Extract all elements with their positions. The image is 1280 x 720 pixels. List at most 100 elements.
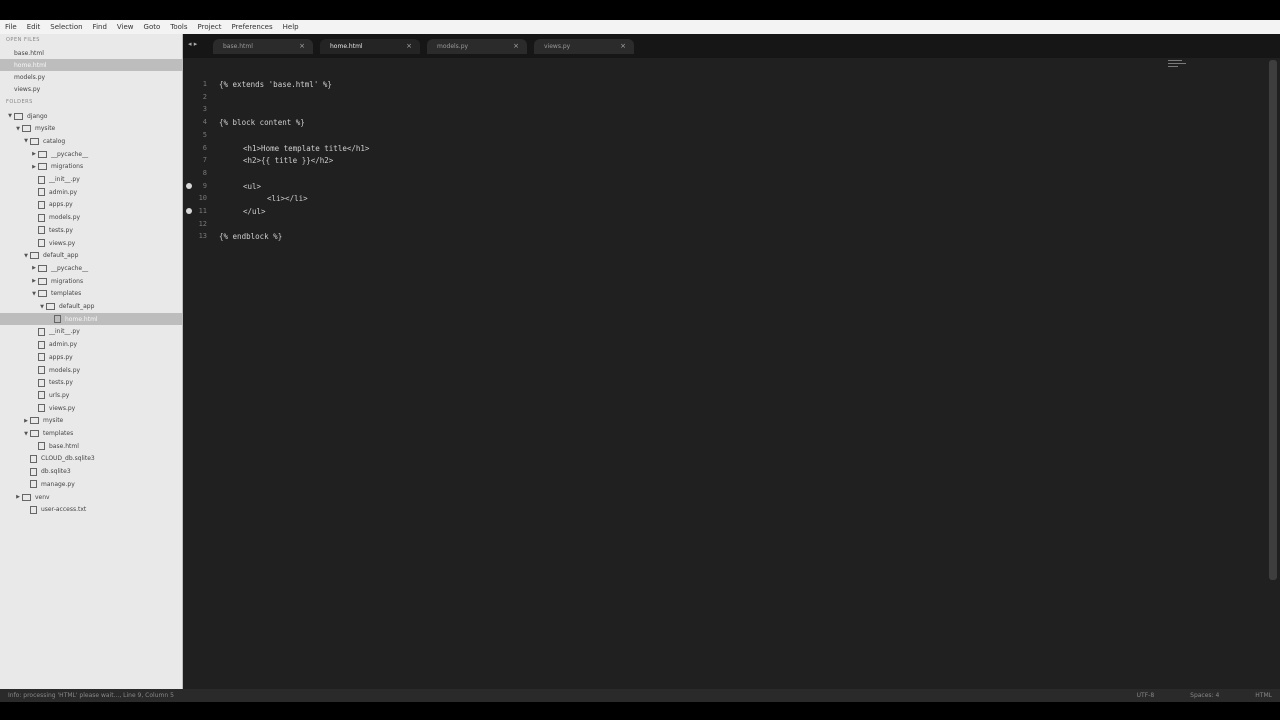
folder-item[interactable]: ▼ templates — [0, 288, 182, 300]
file-item[interactable]: tests.py — [0, 377, 182, 389]
chevron-down-icon[interactable]: ▼ — [38, 304, 46, 310]
tab-home-html[interactable]: home.html × — [320, 39, 420, 54]
tree-item-label: admin.py — [49, 341, 78, 349]
close-icon[interactable]: × — [513, 42, 519, 50]
folder-item[interactable]: ▼ catalog — [0, 135, 182, 147]
line-number: 4 — [202, 118, 207, 127]
chevron-down-icon[interactable]: ▼ — [22, 253, 30, 259]
chevron-right-icon[interactable]: ▶ — [30, 265, 38, 271]
folder-item[interactable]: ▼ django — [0, 110, 182, 122]
file-item[interactable]: admin.py — [0, 339, 182, 351]
file-item[interactable]: manage.py — [0, 478, 182, 490]
file-item[interactable]: admin.py — [0, 186, 182, 198]
close-icon[interactable]: × — [299, 42, 305, 50]
file-item[interactable]: __init__.py — [0, 174, 182, 186]
chevron-right-icon[interactable]: ▶ — [30, 164, 38, 170]
syntax-indicator[interactable]: HTML — [1255, 692, 1272, 699]
encoding-indicator[interactable]: UTF-8 — [1137, 692, 1155, 699]
menu-item[interactable]: Tools — [165, 23, 192, 31]
tree-item-label: mysite — [35, 125, 56, 133]
code-line: <h2>{{ title }}</h2> — [243, 156, 334, 166]
editor-window: File Edit Selection Find View Goto Tools Projec… — [0, 20, 1280, 702]
open-file-label: base.html — [14, 49, 44, 57]
folder-item[interactable]: ▶ migrations — [0, 275, 182, 287]
chevron-down-icon[interactable]: ▼ — [14, 126, 22, 132]
file-icon — [30, 454, 37, 463]
open-file-item[interactable]: models.py — [0, 71, 182, 83]
file-item[interactable]: views.py — [0, 237, 182, 249]
code-editor[interactable]: 1 {% extends 'base.html' %} 2 3 4 {% block co… — [183, 58, 1268, 689]
folder-item[interactable]: ▶ mysite — [0, 415, 182, 427]
indentation-indicator[interactable]: Spaces: 4 — [1190, 692, 1219, 699]
folder-item[interactable]: ▶ __pycache__ — [0, 148, 182, 160]
folder-item[interactable]: ▼ templates — [0, 428, 182, 440]
chevron-down-icon[interactable]: ▼ — [22, 431, 30, 437]
menu-item[interactable]: Selection — [45, 23, 87, 31]
folder-item[interactable]: ▼ default_app — [0, 301, 182, 313]
menu-item[interactable]: Preferences — [226, 23, 277, 31]
file-item[interactable]: models.py — [0, 212, 182, 224]
open-file-item[interactable]: views.py — [0, 83, 182, 95]
file-item[interactable]: __init__.py — [0, 326, 182, 338]
folder-icon — [30, 252, 39, 260]
chevron-right-icon[interactable]: ▶ — [14, 494, 22, 500]
bookmark-icon[interactable] — [186, 182, 192, 189]
file-item[interactable]: apps.py — [0, 351, 182, 363]
folder-item[interactable]: ▼ default_app — [0, 250, 182, 262]
open-file-item[interactable]: base.html — [0, 47, 182, 59]
close-icon[interactable]: × — [406, 42, 412, 50]
file-item[interactable]: home.html — [0, 313, 182, 326]
tree-item-label: db.sqlite3 — [41, 468, 71, 476]
file-item[interactable]: tests.py — [0, 224, 182, 236]
menu-item[interactable]: Project — [193, 23, 227, 31]
code-line: <h1>Home template title</h1> — [243, 143, 370, 153]
file-item[interactable]: user-access.txt — [0, 504, 182, 516]
tab-models-py[interactable]: models.py × — [427, 39, 527, 54]
menu-item[interactable]: Find — [88, 23, 112, 31]
line-number: 5 — [202, 130, 207, 139]
chevron-right-icon[interactable]: ▶ — [30, 151, 38, 157]
code-line: {% block content %} — [219, 118, 305, 128]
file-item[interactable]: apps.py — [0, 199, 182, 211]
folder-item[interactable]: ▼ mysite — [0, 123, 182, 135]
vertical-scrollbar[interactable] — [1269, 60, 1277, 580]
folder-item[interactable]: ▶ __pycache__ — [0, 262, 182, 274]
file-item[interactable]: urls.py — [0, 389, 182, 401]
tree-item-label: __pycache__ — [51, 150, 89, 158]
folder-icon — [38, 264, 47, 272]
folder-item[interactable]: ▶ migrations — [0, 161, 182, 173]
tree-item-label: mysite — [43, 417, 64, 425]
file-icon — [38, 442, 45, 451]
close-icon[interactable]: × — [620, 42, 626, 50]
open-file-item[interactable]: home.html — [0, 59, 182, 71]
tab-views-py[interactable]: views.py × — [534, 39, 634, 54]
file-item[interactable]: base.html — [0, 440, 182, 452]
tree-item-label: models.py — [49, 214, 81, 222]
file-icon — [38, 404, 45, 413]
file-item[interactable]: CLOUD_db.sqlite3 — [0, 453, 182, 465]
menu-item[interactable]: Help — [278, 23, 304, 31]
tree-item-label: base.html — [49, 442, 79, 450]
minimap[interactable] — [1168, 60, 1190, 74]
chevron-down-icon[interactable]: ▼ — [6, 113, 14, 119]
tab-base-html[interactable]: base.html × — [213, 39, 313, 54]
file-item[interactable]: db.sqlite3 — [0, 466, 182, 478]
chevron-down-icon[interactable]: ▼ — [22, 138, 30, 144]
tree-item-label: user-access.txt — [41, 506, 87, 514]
code-line: </ul> — [243, 207, 266, 216]
menu-item[interactable]: Goto — [139, 23, 166, 31]
bookmark-icon[interactable] — [186, 208, 192, 214]
tab-nav-arrows-icon[interactable]: ◂ ▸ — [188, 40, 197, 48]
chevron-right-icon[interactable]: ▶ — [22, 418, 30, 424]
menu-item[interactable]: File — [0, 23, 22, 31]
folder-icon — [22, 125, 31, 133]
file-item[interactable]: views.py — [0, 402, 182, 414]
menu-item[interactable]: Edit — [22, 23, 46, 31]
folder-item[interactable]: ▶ venv — [0, 491, 182, 503]
file-item[interactable]: models.py — [0, 364, 182, 376]
chevron-down-icon[interactable]: ▼ — [30, 291, 38, 297]
line-number: 2 — [202, 92, 207, 101]
sidebar: OPEN FILES base.html home.html models.py vi… — [0, 34, 183, 689]
menu-item[interactable]: View — [112, 23, 139, 31]
chevron-right-icon[interactable]: ▶ — [30, 278, 38, 284]
